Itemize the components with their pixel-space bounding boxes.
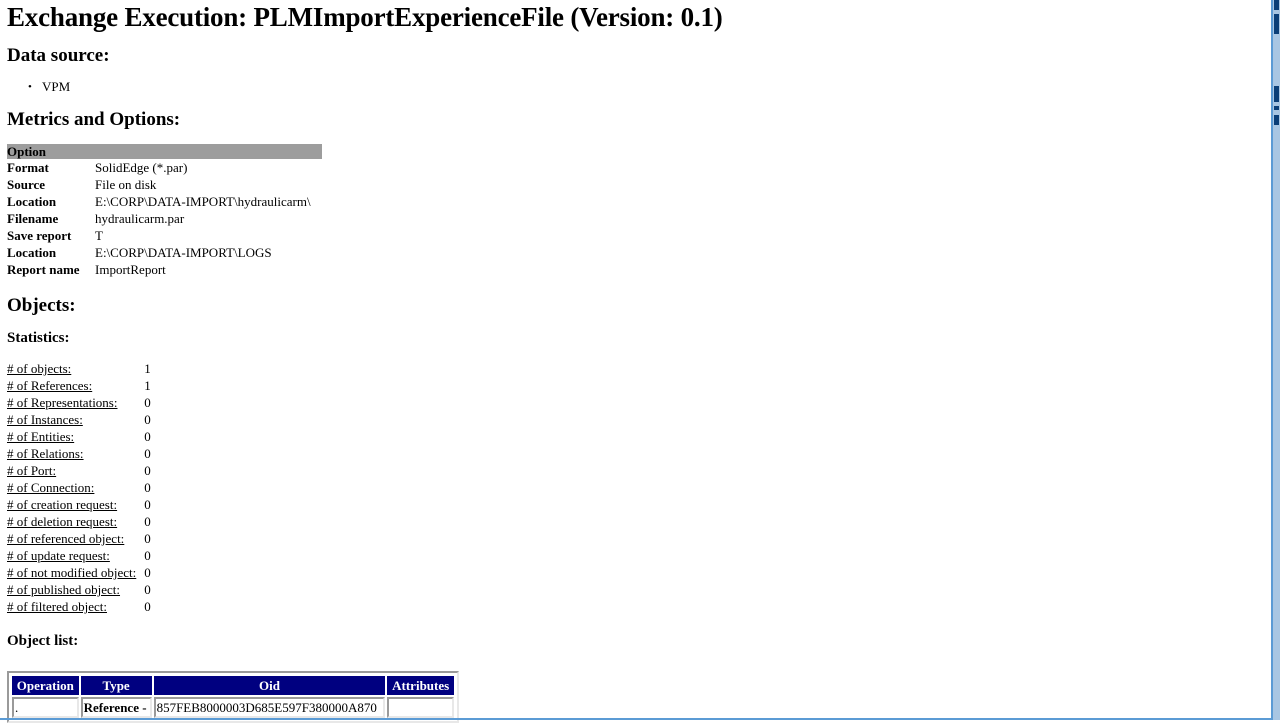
table-row: Filename hydraulicarm.par xyxy=(7,210,311,227)
stat-value: 0 xyxy=(144,582,151,597)
table-row: # of Relations: 0 xyxy=(7,445,184,462)
stat-value: 0 xyxy=(144,395,151,410)
table-row: # of filtered object: 0 xyxy=(7,598,184,615)
table-row: # of Entities: 0 xyxy=(7,428,184,445)
stat-label: # of Relations: xyxy=(7,446,84,461)
option-value: hydraulicarm.par xyxy=(95,211,185,226)
option-value: E:\CORP\DATA-IMPORT\LOGS xyxy=(95,245,272,260)
cell-oid[interactable]: 857FEB8000003D685E597F380000A870 xyxy=(153,697,386,718)
stat-label: # of not modified object: xyxy=(7,565,137,580)
scrollbar-thumb[interactable] xyxy=(1274,0,1279,10)
stat-value: 0 xyxy=(144,497,151,512)
stat-label: # of objects: xyxy=(7,361,72,376)
stat-label: # of Entities: xyxy=(7,429,75,444)
report-document: Exchange Execution: PLMImportExperienceF… xyxy=(0,0,1264,723)
page-title: Exchange Execution: PLMImportExperienceF… xyxy=(7,2,723,32)
table-row: # of update request: 0 xyxy=(7,547,184,564)
option-key: Source xyxy=(7,177,46,192)
statistics-heading: Statistics: xyxy=(7,330,70,346)
option-value: SolidEdge (*.par) xyxy=(95,160,188,175)
cell-type[interactable]: Reference - xyxy=(80,697,152,718)
stat-label: # of deletion request: xyxy=(7,514,118,529)
objects-heading: Objects: xyxy=(7,295,76,316)
viewport-right-edge xyxy=(1271,0,1273,720)
table-row: # of Connection: 0 xyxy=(7,479,184,496)
table-row: Location E:\CORP\DATA-IMPORT\LOGS xyxy=(7,244,311,261)
object-list-table: Operation Type Oid Attributes . Referenc… xyxy=(10,674,456,720)
table-row: # of Representations: 0 xyxy=(7,394,184,411)
table-row: # of published object: 0 xyxy=(7,581,184,598)
scrollbar-thumb[interactable] xyxy=(1274,106,1279,110)
data-source-list: VPM xyxy=(0,78,1264,96)
stat-value: 0 xyxy=(144,531,151,546)
stat-label: # of referenced object: xyxy=(7,531,125,546)
column-header-operation[interactable]: Operation xyxy=(12,676,79,695)
stat-value: 0 xyxy=(144,565,151,580)
stat-label: # of creation request: xyxy=(7,497,118,512)
stat-label: # of filtered object: xyxy=(7,599,107,614)
option-value: T xyxy=(95,228,103,243)
table-row: # of referenced object: 0 xyxy=(7,530,184,547)
table-row: # of Instances: 0 xyxy=(7,411,184,428)
options-table-header: Option xyxy=(7,144,322,159)
table-row: # of References: 1 xyxy=(7,377,184,394)
stat-label: # of References: xyxy=(7,378,93,393)
table-row: Save report T xyxy=(7,227,311,244)
stat-value: 0 xyxy=(144,514,151,529)
scrollbar-thumb[interactable] xyxy=(1274,86,1279,102)
stat-value: 0 xyxy=(144,480,151,495)
option-key: Save report xyxy=(7,228,72,243)
table-row[interactable]: . Reference - 857FEB8000003D685E597F3800… xyxy=(12,697,454,718)
option-key: Location xyxy=(7,194,57,209)
cell-attributes[interactable] xyxy=(387,697,454,718)
cell-operation[interactable]: . xyxy=(12,697,79,718)
option-key: Filename xyxy=(7,211,59,226)
stat-label: # of Representations: xyxy=(7,395,118,410)
scrollbar-thumb[interactable] xyxy=(1274,115,1279,125)
option-value: E:\CORP\DATA-IMPORT\hydraulicarm\ xyxy=(95,194,311,209)
option-key: Location xyxy=(7,245,57,260)
table-row: # of deletion request: 0 xyxy=(7,513,184,530)
column-header-oid[interactable]: Oid xyxy=(153,676,386,695)
option-key: Format xyxy=(7,160,49,175)
table-row: Format SolidEdge (*.par) xyxy=(7,159,311,176)
stat-value: 1 xyxy=(144,361,151,376)
stat-value: 0 xyxy=(144,412,151,427)
option-value: ImportReport xyxy=(95,262,166,277)
table-row: # of creation request: 0 xyxy=(7,496,184,513)
browser-viewport: Exchange Execution: PLMImportExperienceF… xyxy=(0,0,1280,723)
table-row: Location E:\CORP\DATA-IMPORT\hydraulicar… xyxy=(7,193,311,210)
stat-value: 1 xyxy=(144,378,151,393)
metrics-options-heading: Metrics and Options: xyxy=(7,109,181,130)
table-row: # of Port: 0 xyxy=(7,462,184,479)
stat-label: # of Port: xyxy=(7,463,57,478)
stat-value: 0 xyxy=(144,429,151,444)
table-row: # of objects: 1 xyxy=(7,360,184,377)
stat-value: 0 xyxy=(144,548,151,563)
option-key: Report name xyxy=(7,262,80,277)
object-list-heading: Object list: xyxy=(7,633,79,649)
stat-value: 0 xyxy=(144,599,151,614)
object-list-container: Operation Type Oid Attributes . Referenc… xyxy=(7,671,459,723)
table-header-row: Operation Type Oid Attributes xyxy=(12,676,454,695)
stat-value: 0 xyxy=(144,446,151,461)
table-row: # of not modified object: 0 xyxy=(7,564,184,581)
stat-label: # of Connection: xyxy=(7,480,95,495)
table-row: Source File on disk xyxy=(7,176,311,193)
list-item: VPM xyxy=(42,78,1264,96)
options-table: Format SolidEdge (*.par) Source File on … xyxy=(7,159,311,278)
table-row: Report name ImportReport xyxy=(7,261,311,278)
column-header-type[interactable]: Type xyxy=(80,676,152,695)
scrollbar-thumb[interactable] xyxy=(1274,14,1279,34)
option-value: File on disk xyxy=(95,177,157,192)
data-source-heading: Data source: xyxy=(7,45,110,66)
stat-label: # of published object: xyxy=(7,582,121,597)
stat-label: # of Instances: xyxy=(7,412,83,427)
stat-value: 0 xyxy=(144,463,151,478)
statistics-table: # of objects: 1 # of References: 1 # of … xyxy=(7,360,184,615)
column-header-attributes[interactable]: Attributes xyxy=(387,676,454,695)
stat-label: # of update request: xyxy=(7,548,110,563)
